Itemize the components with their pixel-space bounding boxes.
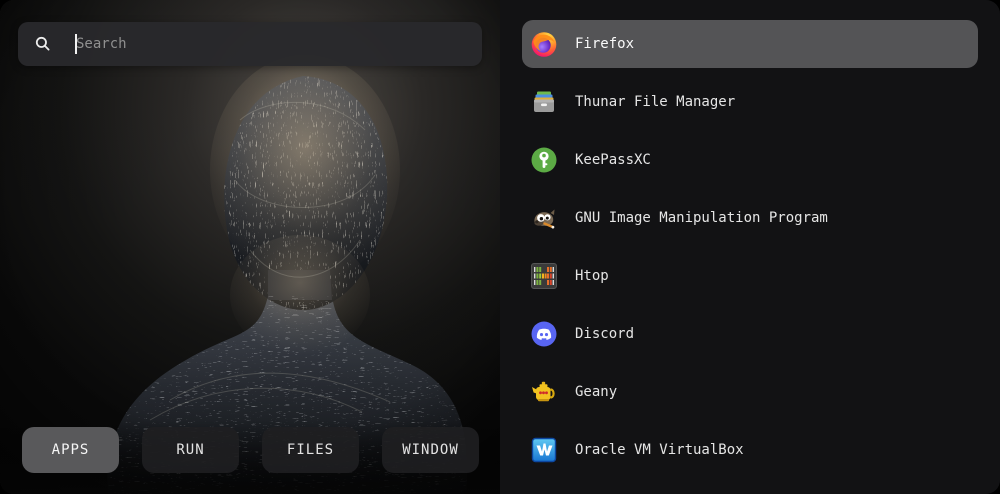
virtualbox-icon: [530, 436, 558, 464]
tab-apps[interactable]: APPS: [22, 427, 119, 473]
bust-artwork: [0, 0, 500, 494]
list-item-discord[interactable]: Discord: [522, 310, 978, 358]
app-name: Thunar File Manager: [575, 94, 735, 110]
left-pane: APPS RUN FILES WINDOW: [0, 0, 500, 494]
app-name: Discord: [575, 326, 634, 342]
list-item-geany[interactable]: Geany: [522, 368, 978, 416]
search-icon: [34, 35, 52, 53]
list-item-gimp[interactable]: GNU Image Manipulation Program: [522, 194, 978, 242]
app-launcher-window: APPS RUN FILES WINDOW: [0, 0, 1000, 494]
keepassxc-icon: [530, 146, 558, 174]
search-bar[interactable]: [18, 22, 482, 66]
tab-run[interactable]: RUN: [142, 427, 239, 473]
list-item-virtualbox[interactable]: Oracle VM VirtualBox: [522, 426, 978, 474]
app-list: Firefox Thunar File Manager K: [500, 0, 1000, 494]
app-name: KeePassXC: [575, 152, 651, 168]
firefox-icon: [530, 30, 558, 58]
list-item-keepassxc[interactable]: KeePassXC: [522, 136, 978, 184]
app-name: GNU Image Manipulation Program: [575, 210, 828, 226]
geany-icon: [530, 378, 558, 406]
mode-tabs: APPS RUN FILES WINDOW: [22, 427, 479, 473]
tab-window[interactable]: WINDOW: [382, 427, 479, 473]
htop-icon: [530, 262, 558, 290]
app-name: Oracle VM VirtualBox: [575, 442, 744, 458]
thunar-icon: [530, 88, 558, 116]
app-name: Geany: [575, 384, 617, 400]
search-input[interactable]: [76, 22, 470, 66]
gimp-icon: [530, 204, 558, 232]
list-item-thunar[interactable]: Thunar File Manager: [522, 78, 978, 126]
app-name: Firefox: [575, 36, 634, 52]
tab-files[interactable]: FILES: [262, 427, 359, 473]
list-item-firefox[interactable]: Firefox: [522, 20, 978, 68]
list-item-htop[interactable]: Htop: [522, 252, 978, 300]
discord-icon: [530, 320, 558, 348]
app-name: Htop: [575, 268, 609, 284]
